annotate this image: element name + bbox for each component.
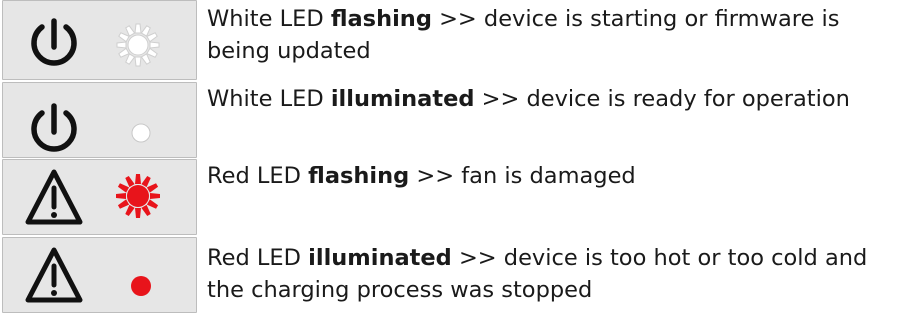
led-state-tile-white-illuminated (2, 82, 197, 158)
led-state-tile-red-illuminated (2, 237, 197, 313)
led-flashing-icon (116, 174, 160, 218)
led-state-description: White LED flashing >> device is starting… (207, 3, 907, 67)
led-mode-label: flashing (308, 163, 410, 189)
led-state-description: White LED illuminated >> device is ready… (207, 83, 907, 115)
led-color-label: White LED (207, 86, 324, 112)
led-color-label: Red LED (207, 163, 301, 189)
led-mode-label: illuminated (330, 86, 475, 112)
warning-triangle-icon (25, 247, 83, 303)
power-icon (31, 18, 77, 66)
led-meaning-text: >> device is ready for operation (481, 86, 850, 112)
led-steady-icon (131, 123, 151, 143)
led-state-tile-red-flashing (2, 159, 197, 235)
led-icon-panel (2, 0, 197, 313)
power-icon (31, 103, 77, 152)
led-state-tile-white-flashing (2, 0, 197, 80)
led-meaning-text: >> fan is damaged (416, 163, 636, 189)
led-flashing-icon (116, 23, 160, 67)
warning-triangle-icon (25, 169, 83, 225)
led-mode-label: illuminated (308, 245, 452, 271)
led-steady-icon (131, 276, 151, 296)
led-state-description: Red LED flashing >> fan is damaged (207, 160, 907, 192)
led-meaning-text: >> device is too hot or too cold and the… (207, 245, 868, 303)
led-state-description: Red LED illuminated >> device is too hot… (207, 242, 907, 306)
led-mode-label: flashing (330, 6, 432, 32)
led-color-label: Red LED (207, 245, 301, 271)
led-color-label: White LED (207, 6, 324, 32)
